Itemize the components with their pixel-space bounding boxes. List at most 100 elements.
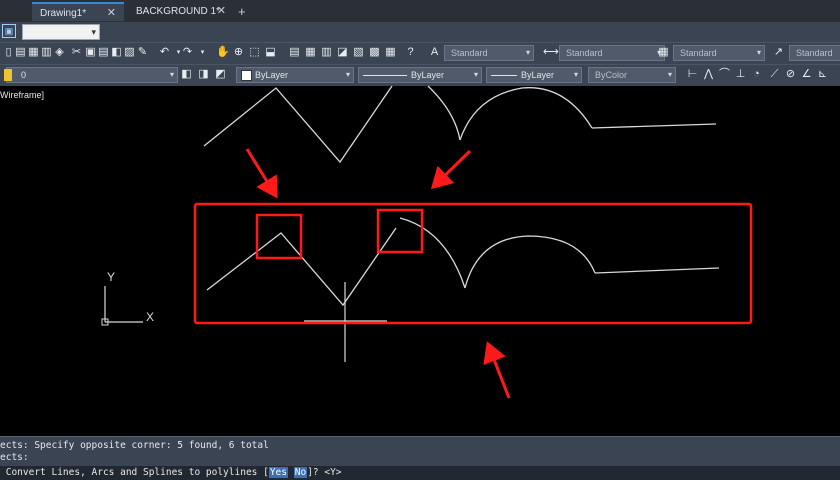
linetype-dropdown[interactable]: ByLayer ▾ <box>358 67 482 83</box>
selection-highlight-box <box>193 202 753 325</box>
upper-arc-2[interactable] <box>459 87 593 141</box>
color-value: ByLayer <box>255 70 289 80</box>
lineweight-preview <box>491 75 517 76</box>
upper-arc-1[interactable] <box>427 85 461 141</box>
redo-dropdown-icon[interactable]: ▾ <box>196 46 209 59</box>
linetype-preview <box>363 75 407 76</box>
text-style-value: Standard <box>451 48 488 58</box>
workspace-dropdown[interactable]: ▾ <box>22 24 100 40</box>
quickcalc-icon[interactable]: ▩ <box>368 46 381 59</box>
blockeditor-icon[interactable]: ▨ <box>123 46 136 59</box>
plot-icon[interactable]: ▥ <box>40 46 53 59</box>
annotation-arrow-right <box>430 149 472 190</box>
chevron-down-icon: ▾ <box>525 48 530 57</box>
layer-previous-icon[interactable]: ◨ <box>197 68 210 81</box>
text-style-dropdown[interactable]: Standard ▾ <box>444 45 534 61</box>
paste-icon[interactable]: ▤ <box>97 46 110 59</box>
layer-properties-icon[interactable]: ◧ <box>180 68 193 81</box>
table-style-icon[interactable]: ▦ <box>657 46 670 59</box>
color-dropdown[interactable]: ByLayer ▾ <box>236 67 354 83</box>
option-no[interactable]: No <box>293 467 308 478</box>
command-prompt-suffix: ]? <Y> <box>307 467 342 478</box>
markup-icon[interactable]: ▧ <box>352 46 365 59</box>
color-swatch <box>241 70 252 81</box>
toolpalettes-icon[interactable]: ▥ <box>320 46 333 59</box>
multileader-style-value: Standard <box>796 48 833 58</box>
vertex-highlight-box-left <box>255 213 303 260</box>
save-icon[interactable]: ▦ <box>27 46 40 59</box>
dim-radius-icon[interactable]: ◔ <box>750 68 763 81</box>
dim-diameter-icon[interactable]: ⊘ <box>784 68 797 81</box>
option-yes[interactable]: Yes <box>268 467 288 478</box>
multileader-style-dropdown[interactable]: Standard <box>789 45 840 61</box>
chevron-down-icon: ▾ <box>345 70 350 79</box>
annotation-arrow-bottom <box>483 341 511 399</box>
dim-ordinate-icon[interactable]: ⊥ <box>734 68 747 81</box>
chevron-down-icon: ▾ <box>169 70 174 79</box>
chevron-down-icon: ▾ <box>473 70 478 79</box>
upper-zigzag-line[interactable] <box>203 85 393 164</box>
lineweight-value: ByLayer <box>521 70 555 80</box>
ucs-x-label: X <box>146 310 154 324</box>
pan-icon[interactable]: ✋ <box>216 46 230 59</box>
plotstyle-dropdown[interactable]: ByColor ▾ <box>588 67 676 83</box>
open-icon[interactable]: ▤ <box>14 46 27 59</box>
text-style-icon[interactable]: A <box>428 46 441 59</box>
tab-background1[interactable]: BACKGROUND 1* ✕ <box>128 2 234 21</box>
lineweight-dropdown[interactable]: ByLayer ▾ <box>486 67 582 83</box>
dim-arc-icon[interactable]: ⌒ <box>718 68 731 81</box>
plotstyle-value: ByColor <box>595 70 628 80</box>
layer-value: 0 <box>21 70 27 80</box>
tab-drawing1-label: Drawing1* <box>40 8 87 19</box>
copy-icon[interactable]: ▣ <box>84 46 97 59</box>
drawing-canvas[interactable]: Y X <box>0 85 840 435</box>
matchprop-icon[interactable]: ◧ <box>110 46 123 59</box>
dim-jogged-icon[interactable]: ⟋ <box>768 68 781 81</box>
table-style-value: Standard <box>680 48 717 58</box>
redo-icon[interactable]: ↷ <box>181 46 194 59</box>
properties-icon[interactable]: ▤ <box>288 46 301 59</box>
close-icon[interactable]: ✕ <box>107 4 116 23</box>
dim-linear-icon[interactable]: ⊢ <box>686 68 699 81</box>
table-style-dropdown[interactable]: Standard ▾ <box>673 45 765 61</box>
dim-quick-icon[interactable]: ⊾ <box>816 68 829 81</box>
dim-aligned-icon[interactable]: ⋀ <box>702 68 715 81</box>
multileader-style-icon[interactable]: ↗ <box>772 46 785 59</box>
command-history: ects: Specify opposite corner: 5 found, … <box>0 436 840 467</box>
tab-background1-label: BACKGROUND 1* <box>136 6 220 17</box>
workspace-icon[interactable]: ▣ <box>2 24 16 38</box>
upper-straight-line[interactable] <box>591 123 717 129</box>
chevron-down-icon: ▾ <box>91 27 96 37</box>
calculator-icon[interactable]: ▦ <box>384 46 397 59</box>
layer-dropdown[interactable]: 0 ▾ <box>4 67 178 83</box>
dim-style-dropdown[interactable]: Standard ▾ <box>559 45 665 61</box>
lower-arc-2[interactable] <box>464 235 596 289</box>
zoom-previous-icon[interactable]: ⬓ <box>264 46 277 59</box>
tab-drawing1[interactable]: Drawing1* ✕ <box>32 2 124 21</box>
undo-icon[interactable]: ↶ <box>158 46 171 59</box>
document-tab-bar: Drawing1* ✕ BACKGROUND 1* ✕ + <box>0 0 840 23</box>
lower-straight-line[interactable] <box>594 267 720 274</box>
linetype-value: ByLayer <box>411 70 445 80</box>
sheetset-icon[interactable]: ◪ <box>336 46 349 59</box>
cut-icon[interactable]: ✂ <box>70 46 83 59</box>
new-tab-icon[interactable]: + <box>238 2 246 21</box>
ucs-icon: Y X <box>101 270 154 326</box>
command-input[interactable]: Convert Lines, Arcs and Splines to polyl… <box>0 466 840 480</box>
dim-style-value: Standard <box>566 48 603 58</box>
dim-style-icon[interactable]: ⟷ <box>543 46 559 59</box>
annotation-arrow-left <box>245 148 278 199</box>
zoom-realtime-icon[interactable]: ⊕ <box>232 46 245 59</box>
designcenter-icon[interactable]: ▦ <box>304 46 317 59</box>
help-icon[interactable]: ? <box>404 46 417 59</box>
layer-on-icon <box>4 69 12 81</box>
make-layer-current-icon[interactable]: ◩ <box>214 68 227 81</box>
chevron-down-icon: ▾ <box>573 70 578 79</box>
publish-icon[interactable]: ◈ <box>53 46 66 59</box>
close-icon[interactable]: ✕ <box>217 2 226 21</box>
ucs-y-label: Y <box>107 270 115 284</box>
chevron-down-icon: ▾ <box>667 70 672 79</box>
zoom-window-icon[interactable]: ⬚ <box>248 46 261 59</box>
dim-angular-icon[interactable]: ∠ <box>800 68 813 81</box>
eraser-icon[interactable]: ✎ <box>136 46 149 59</box>
